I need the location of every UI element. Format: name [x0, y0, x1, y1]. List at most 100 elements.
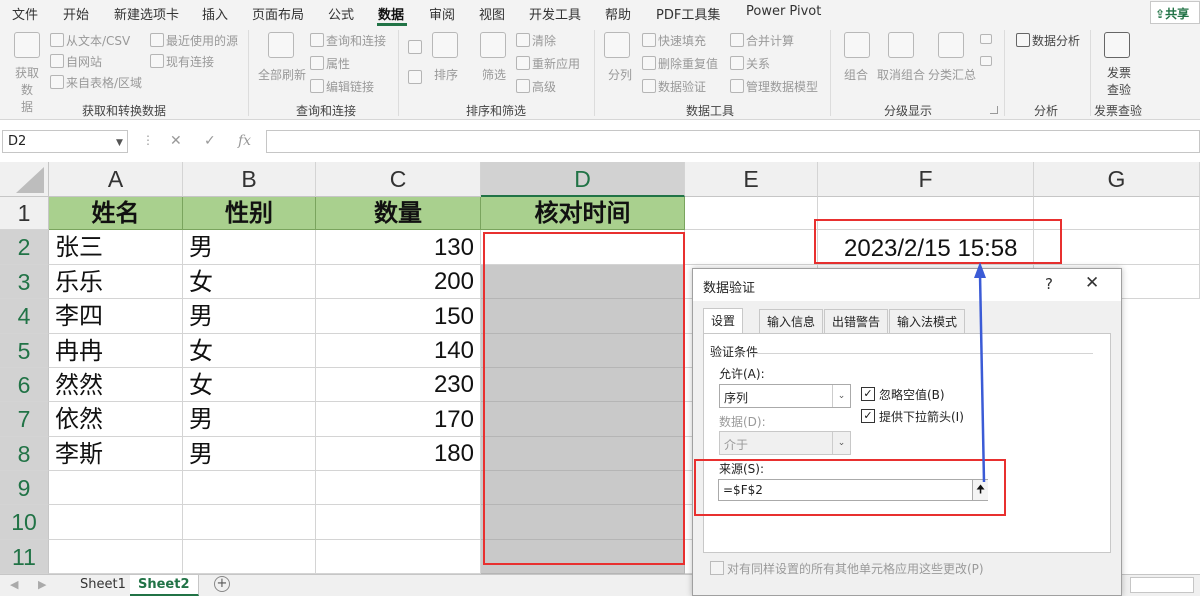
advanced-button[interactable]: 高级 [532, 78, 556, 95]
gender-cell[interactable]: 女 [183, 334, 316, 368]
name-cell[interactable]: 冉冉 [49, 334, 183, 368]
get-data-button[interactable]: 获取数 据 [10, 64, 44, 115]
invoice-check-icon[interactable] [1104, 32, 1130, 58]
refresh-all-icon[interactable] [268, 32, 294, 58]
help-icon[interactable]: ? [1045, 275, 1053, 293]
menu-help[interactable]: 帮助 [605, 4, 631, 23]
refresh-all-button[interactable]: 全部刷新 [258, 66, 306, 83]
menu-power-pivot[interactable]: Power Pivot [746, 4, 821, 19]
column-header[interactable]: E [685, 162, 818, 197]
quantity-cell[interactable]: 150 [316, 299, 481, 334]
queries-connections-button[interactable]: 查询和连接 [326, 32, 386, 49]
cell[interactable] [183, 471, 316, 505]
quantity-cell[interactable]: 200 [316, 265, 481, 299]
quantity-cell[interactable]: 230 [316, 368, 481, 402]
header-cell-quantity[interactable]: 数量 [316, 197, 481, 230]
row-header[interactable]: 2 [0, 230, 49, 265]
prev-sheet-icon[interactable]: ◀ [10, 578, 18, 591]
cancel-icon[interactable]: ✕ [170, 133, 182, 149]
sort-desc-icon[interactable] [408, 70, 422, 84]
name-cell[interactable]: 依然 [49, 402, 183, 437]
name-box-dropdown-icon[interactable]: ▼ [116, 138, 123, 148]
row-header[interactable]: 4 [0, 299, 49, 334]
gender-cell[interactable]: 女 [183, 368, 316, 402]
name-cell[interactable]: 李斯 [49, 437, 183, 471]
column-header[interactable]: B [183, 162, 316, 197]
row-header[interactable]: 3 [0, 265, 49, 299]
tab-ime-mode[interactable]: 输入法模式 [889, 309, 966, 333]
dialog-titlebar[interactable]: 数据验证 ? ✕ [693, 269, 1121, 301]
column-header-selected[interactable]: D [481, 162, 685, 197]
row-header[interactable]: 6 [0, 368, 49, 402]
gender-cell[interactable]: 男 [183, 230, 316, 265]
clear-button[interactable]: 清除 [532, 32, 556, 49]
reapply-button[interactable]: 重新应用 [532, 55, 580, 72]
from-table-button[interactable]: 来自表格/区域 [66, 74, 142, 91]
gender-cell[interactable]: 男 [183, 402, 316, 437]
from-web-button[interactable]: 自网站 [66, 53, 102, 70]
cell[interactable] [49, 505, 183, 540]
group-icon[interactable] [844, 32, 870, 58]
dropdown-arrow-checkbox[interactable]: ✓ [861, 409, 875, 423]
text-to-columns-button[interactable]: 分列 [608, 66, 632, 83]
next-sheet-icon[interactable]: ▶ [38, 578, 46, 591]
sort-icon[interactable] [432, 32, 458, 58]
add-sheet-icon[interactable]: + [214, 576, 230, 592]
ungroup-button[interactable]: 取消组合 [877, 66, 925, 83]
data-analysis-button[interactable]: 数据分析 [1032, 32, 1080, 49]
insert-function-icon[interactable]: fx [238, 133, 251, 149]
cell[interactable] [316, 540, 481, 574]
menu-pdf-tools[interactable]: PDF工具集 [656, 4, 720, 23]
cell[interactable] [183, 505, 316, 540]
filter-button[interactable]: 筛选 [482, 66, 506, 83]
properties-button[interactable]: 属性 [326, 55, 350, 72]
gender-cell[interactable]: 女 [183, 265, 316, 299]
tab-error-alert[interactable]: 出错警告 [824, 309, 889, 333]
sheet-tab-2[interactable]: Sheet2 [130, 575, 199, 596]
cell[interactable] [316, 505, 481, 540]
invoice-check-button[interactable]: 发票 查验 [1106, 64, 1132, 98]
manage-model-button[interactable]: 管理数据模型 [746, 78, 818, 95]
text-to-columns-icon[interactable] [604, 32, 630, 58]
get-data-icon[interactable] [14, 32, 40, 58]
recent-sources-button[interactable]: 最近使用的源 [166, 32, 238, 49]
header-cell-gender[interactable]: 性别 [183, 197, 316, 230]
menu-new-tab[interactable]: 新建选项卡 [114, 4, 179, 23]
horizontal-scrollbar[interactable] [1130, 577, 1194, 593]
menu-insert[interactable]: 插入 [202, 4, 228, 23]
flash-fill-button[interactable]: 快速填充 [658, 32, 706, 49]
column-header[interactable]: A [49, 162, 183, 197]
menu-view[interactable]: 视图 [479, 4, 505, 23]
cell[interactable] [316, 471, 481, 505]
sort-asc-icon[interactable] [408, 40, 422, 54]
sort-button[interactable]: 排序 [434, 66, 458, 83]
group-button[interactable]: 组合 [844, 66, 868, 83]
column-header[interactable]: G [1034, 162, 1200, 197]
consolidate-button[interactable]: 合并计算 [746, 32, 794, 49]
row-header[interactable]: 7 [0, 402, 49, 437]
select-all-corner[interactable] [0, 162, 49, 197]
quantity-cell[interactable]: 130 [316, 230, 481, 265]
menu-file[interactable]: 文件 [12, 4, 38, 23]
menu-developer[interactable]: 开发工具 [529, 4, 581, 23]
tab-settings[interactable]: 设置 [703, 308, 744, 334]
ignore-blank-checkbox[interactable]: ✓ [861, 387, 875, 401]
row-header[interactable]: 11 [0, 540, 49, 574]
edit-links-button[interactable]: 编辑链接 [326, 78, 374, 95]
header-cell-check-time[interactable]: 核对时间 [481, 197, 685, 230]
ungroup-icon[interactable] [888, 32, 914, 58]
name-cell[interactable]: 张三 [49, 230, 183, 265]
subtotal-button[interactable]: 分类汇总 [928, 66, 976, 83]
quantity-cell[interactable]: 170 [316, 402, 481, 437]
data-validation-button[interactable]: 数据验证 [658, 78, 706, 95]
quantity-cell[interactable]: 180 [316, 437, 481, 471]
column-header[interactable]: F [818, 162, 1034, 197]
menu-home[interactable]: 开始 [63, 4, 89, 23]
row-header[interactable]: 5 [0, 334, 49, 368]
menu-formulas[interactable]: 公式 [328, 4, 354, 23]
row-header[interactable]: 10 [0, 505, 49, 540]
remove-duplicates-button[interactable]: 删除重复值 [658, 55, 718, 72]
gender-cell[interactable]: 男 [183, 299, 316, 334]
tab-input-message[interactable]: 输入信息 [759, 309, 824, 333]
name-cell[interactable]: 李四 [49, 299, 183, 334]
